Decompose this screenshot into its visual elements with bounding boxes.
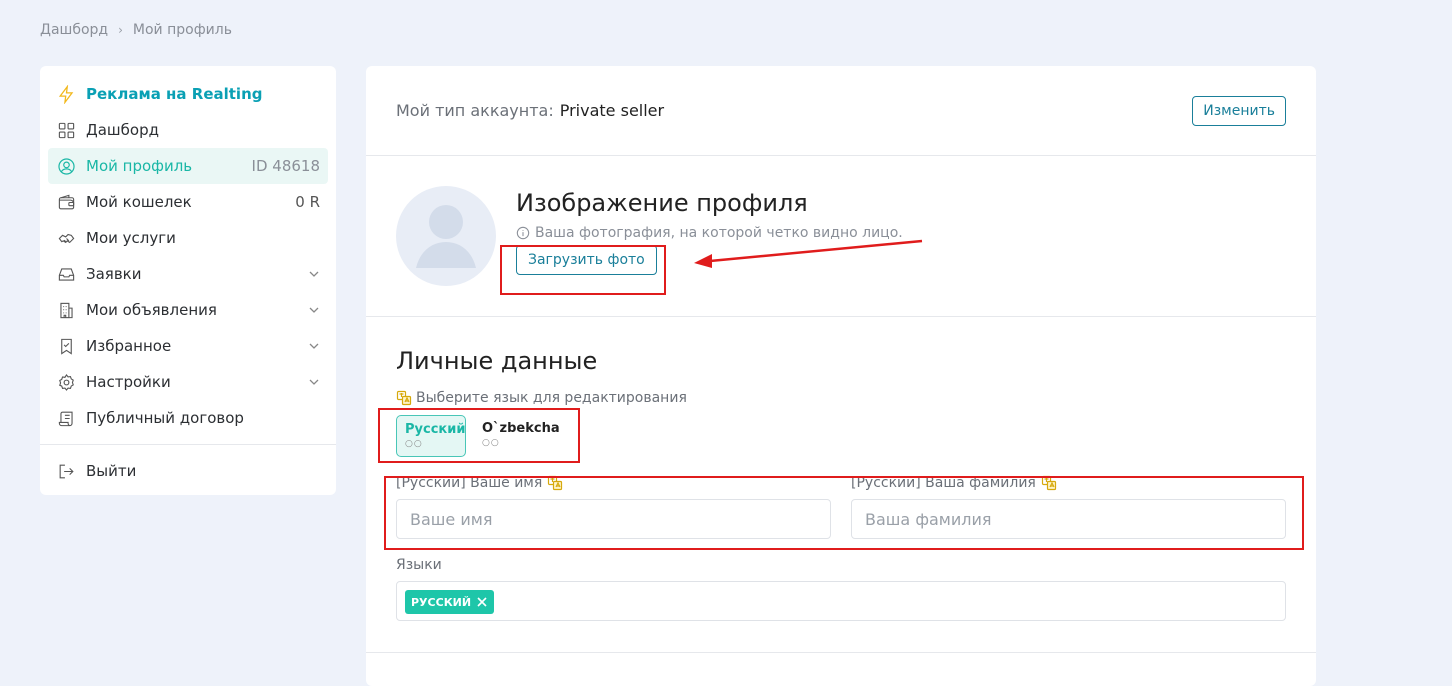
change-account-type-button[interactable]: Изменить [1192, 95, 1286, 126]
last-name-label-text: [Русский] Ваша фамилия [851, 475, 1036, 491]
sidebar-item-requests[interactable]: Заявки [40, 256, 336, 292]
sidebar-item-wallet[interactable]: Мой кошелек 0 R [40, 184, 336, 220]
sidebar-item-label: Заявки [86, 265, 142, 283]
tab-russian[interactable]: Русский ○○ [396, 415, 466, 457]
building-icon [56, 300, 76, 320]
first-name-input[interactable] [396, 499, 831, 539]
tab-label: O`zbekcha [482, 421, 560, 436]
sidebar-item-label: Мой кошелек [86, 193, 192, 211]
personal-data-section: Личные данные Выберите язык для редактир… [366, 317, 1316, 657]
tab-status: ○○ [482, 438, 500, 448]
info-icon [516, 226, 530, 240]
inbox-icon [56, 264, 76, 284]
sidebar-item-label: Избранное [86, 337, 172, 355]
sidebar-item-dashboard[interactable]: Дашборд [40, 112, 336, 148]
last-name-input[interactable] [851, 499, 1286, 539]
wallet-balance: 0 R [295, 193, 320, 211]
gear-icon [56, 372, 76, 392]
sidebar-item-promo[interactable]: Реклама на Realting [40, 76, 336, 112]
sidebar-item-contract[interactable]: Публичный договор [40, 400, 336, 436]
account-type-label: Мой тип аккаунта: [396, 101, 554, 120]
profile-card: Мой тип аккаунта: Private seller Изменит… [366, 66, 1316, 686]
sidebar-item-label: Публичный договор [86, 409, 244, 427]
languages-label-text: Языки [396, 557, 442, 573]
breadcrumb-root[interactable]: Дашборд [40, 22, 108, 38]
tab-uzbek[interactable]: O`zbekcha ○○ [474, 415, 560, 457]
user-circle-icon [56, 156, 76, 176]
sidebar-item-settings[interactable]: Настройки [40, 364, 336, 400]
translate-icon [1041, 475, 1056, 491]
language-hint: Выберите язык для редактирования [396, 390, 687, 406]
language-hint-text: Выберите язык для редактирования [416, 390, 687, 406]
sidebar-divider [40, 444, 336, 445]
languages-label: Языки [396, 557, 442, 573]
logout-icon [56, 461, 76, 481]
sidebar-item-label: Настройки [86, 373, 171, 391]
sidebar-item-logout[interactable]: Выйти [40, 453, 336, 489]
personal-data-title: Личные данные [396, 347, 598, 375]
language-tag-label: РУССКИЙ [411, 595, 472, 609]
chevron-down-icon[interactable] [308, 268, 320, 280]
language-tag: РУССКИЙ [405, 590, 495, 614]
sidebar-item-label: Реклама на Realting [86, 85, 263, 103]
annotation-arrow-icon [694, 239, 923, 268]
translate-icon [548, 475, 563, 491]
first-name-label: [Русский] Ваше имя [396, 475, 563, 491]
sidebar-item-label: Дашборд [86, 121, 159, 139]
chevron-right-icon: › [118, 23, 123, 37]
account-type-value: Private seller [559, 101, 665, 120]
upload-photo-button[interactable]: Загрузить фото [516, 245, 657, 275]
profile-id: ID 48618 [251, 157, 320, 175]
wallet-icon [56, 192, 76, 212]
sidebar-item-listings[interactable]: Мои объявления [40, 292, 336, 328]
grid-icon [56, 120, 76, 140]
first-name-label-text: [Русский] Ваше имя [396, 475, 543, 491]
chevron-down-icon[interactable] [308, 340, 320, 352]
sidebar-item-label: Мой профиль [86, 157, 193, 175]
chevron-down-icon[interactable] [308, 304, 320, 316]
tab-label: Русский [405, 422, 466, 437]
sidebar-item-label: Выйти [86, 462, 137, 480]
tab-status: ○○ [405, 439, 423, 449]
account-type-row: Мой тип аккаунта: Private seller Изменит… [366, 66, 1316, 156]
section-divider [366, 652, 1316, 653]
language-tabs: Русский ○○ O`zbekcha ○○ [396, 415, 560, 457]
sidebar-item-label: Мои объявления [86, 301, 217, 319]
lightning-icon [56, 84, 76, 104]
bookmark-icon [56, 336, 76, 356]
user-silhouette-icon [416, 205, 476, 268]
breadcrumb-current: Мой профиль [132, 22, 232, 38]
handshake-icon [56, 228, 76, 248]
sidebar-item-label: Мои услуги [86, 229, 176, 247]
languages-select[interactable]: РУССКИЙ [396, 581, 1286, 621]
sidebar-item-favorites[interactable]: Избранное [40, 328, 336, 364]
breadcrumb: Дашборд › Мой профиль [40, 22, 232, 38]
sidebar-item-profile[interactable]: Мой профиль ID 48618 [48, 148, 328, 184]
sidebar-item-services[interactable]: Мои услуги [40, 220, 336, 256]
close-icon[interactable] [476, 596, 488, 608]
scroll-icon [56, 408, 76, 428]
profile-image-title: Изображение профиля [516, 189, 808, 217]
translate-icon [396, 390, 412, 406]
chevron-down-icon[interactable] [308, 376, 320, 388]
last-name-label: [Русский] Ваша фамилия [851, 475, 1057, 491]
sidebar: Реклама на Realting Дашборд Мой профиль … [40, 66, 336, 495]
avatar-placeholder [396, 186, 496, 286]
